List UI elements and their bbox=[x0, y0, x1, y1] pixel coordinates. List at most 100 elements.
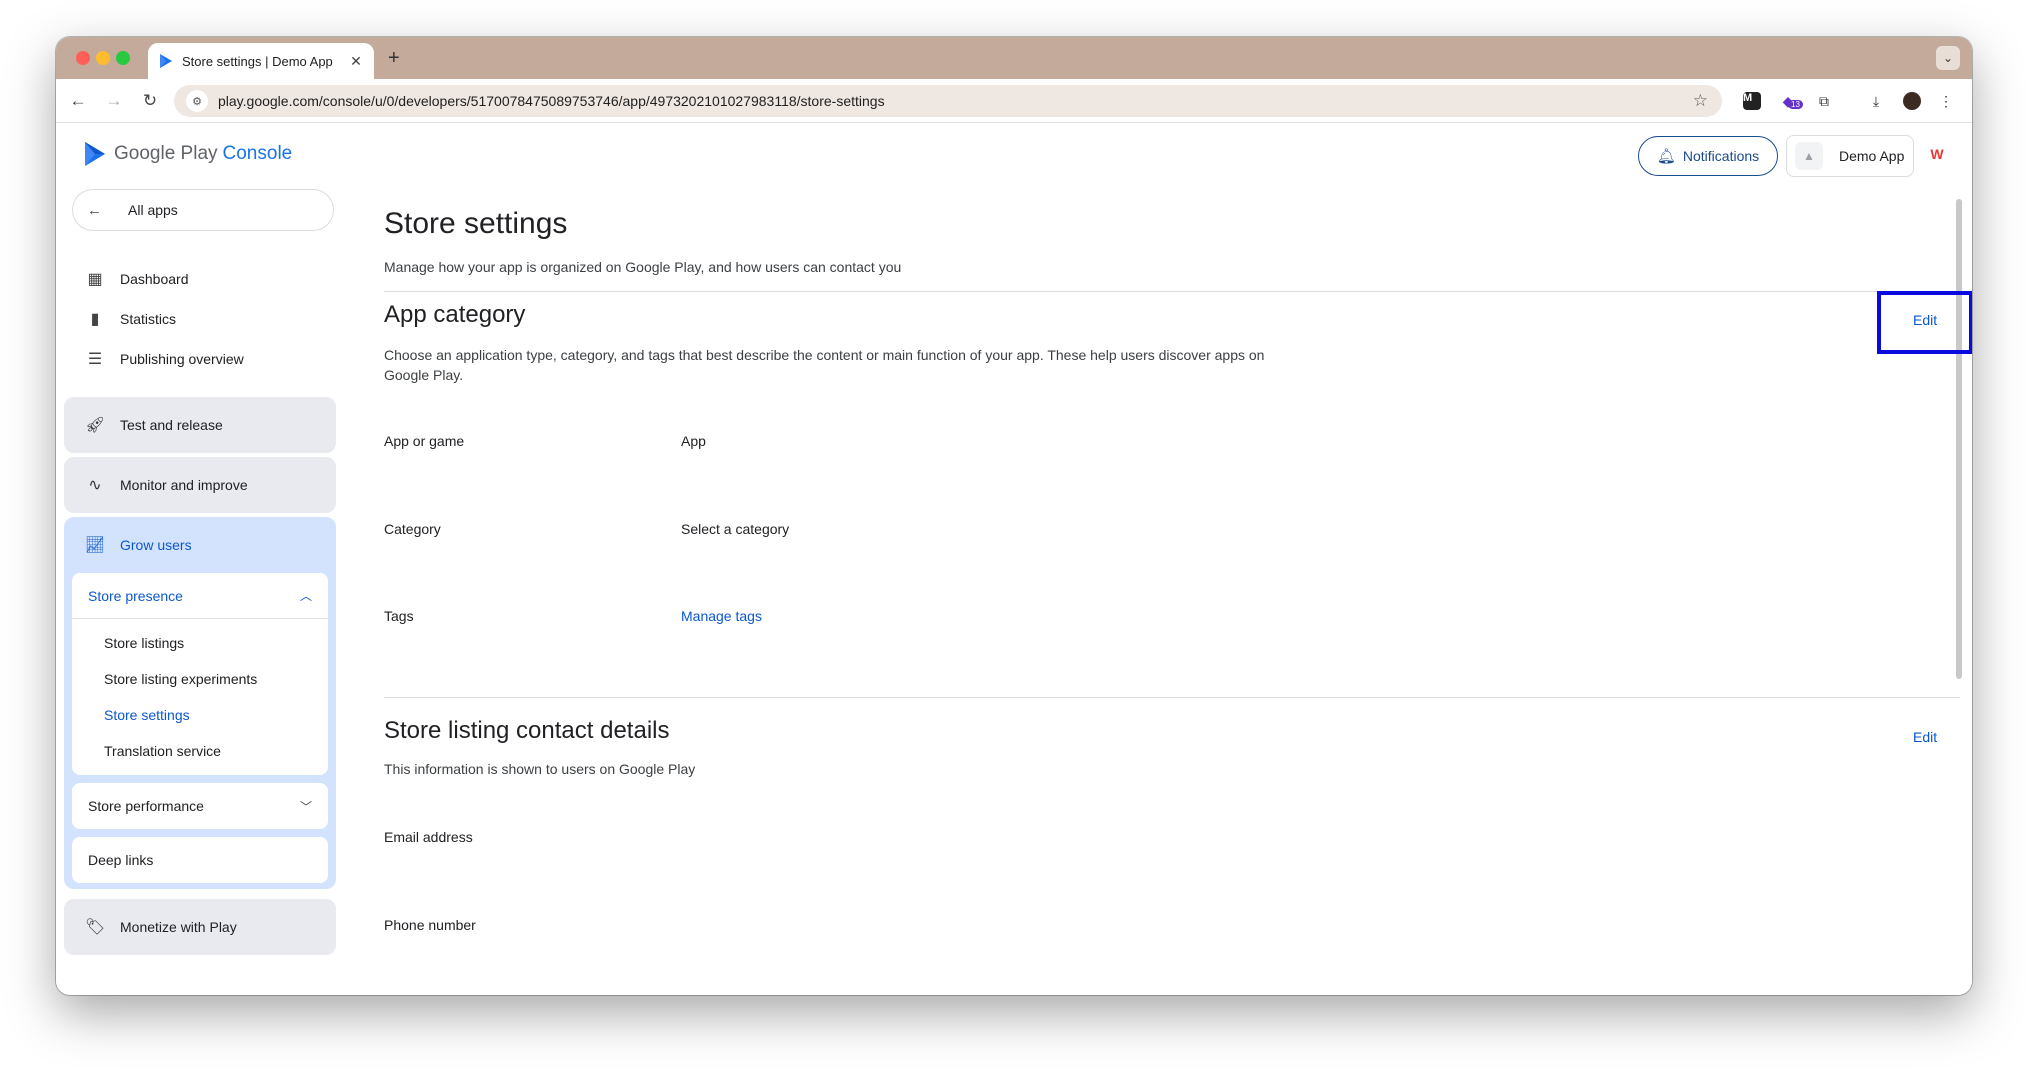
scrollbar[interactable] bbox=[1956, 199, 1962, 679]
medium-extension-icon[interactable]: M bbox=[1742, 91, 1762, 111]
android-app-icon: ▲ bbox=[1795, 142, 1823, 170]
group-label: Test and release bbox=[120, 417, 223, 433]
browser-toolbar: ← → ↻ ⚙ play.google.com/console/u/0/deve… bbox=[56, 79, 1972, 123]
store-performance-toggle[interactable]: Store performance ﹀ bbox=[72, 783, 328, 829]
sidebar-item-deep-links[interactable]: Deep links bbox=[72, 837, 328, 883]
arrow-back-icon: ← bbox=[87, 201, 102, 219]
manage-tags-link[interactable]: Manage tags bbox=[681, 608, 762, 624]
app-or-game-value: App bbox=[681, 433, 706, 449]
tags-label: Tags bbox=[384, 608, 414, 624]
page-title: Store settings bbox=[384, 207, 568, 240]
chevron-down-icon: ﹀ bbox=[299, 799, 312, 814]
forward-icon[interactable]: → bbox=[102, 89, 126, 113]
tab-search-icon[interactable]: ⌄ bbox=[1936, 46, 1960, 70]
group-label: Monitor and improve bbox=[120, 477, 248, 493]
sidebar-item-statistics[interactable]: ▮ Statistics bbox=[84, 307, 176, 331]
dashboard-icon: ▦ bbox=[87, 271, 103, 288]
tag-icon: 🏷︎ bbox=[84, 919, 106, 936]
play-logo-icon bbox=[85, 142, 105, 166]
logo-console-text: Console bbox=[222, 143, 293, 164]
category-label: Category bbox=[384, 521, 441, 537]
sidebar-item-store-listing-experiments[interactable]: Store listing experiments bbox=[72, 661, 328, 697]
app-or-game-label: App or game bbox=[384, 433, 465, 449]
console-header: Google Play Console 🔔︎ Notifications ▲ D… bbox=[56, 123, 1972, 189]
app-name: Demo App bbox=[1839, 148, 1905, 164]
all-apps-button[interactable]: ← All apps bbox=[72, 189, 334, 231]
group-label: Grow users bbox=[120, 537, 192, 553]
close-window-button[interactable] bbox=[76, 51, 90, 65]
extension-badge-count: 13 bbox=[1788, 100, 1803, 109]
browser-tab[interactable]: Store settings | Demo App ✕ bbox=[148, 43, 374, 79]
divider bbox=[384, 697, 1960, 698]
minimize-window-button[interactable] bbox=[96, 51, 110, 65]
sidebar: ← All apps ▦ Dashboard ▮ Statistics ☰ Pu… bbox=[56, 189, 352, 995]
contact-details-title: Store listing contact details bbox=[384, 717, 670, 744]
sidebar-item-label: Statistics bbox=[120, 311, 177, 327]
group-label: Monetize with Play bbox=[120, 919, 237, 935]
profile-avatar-icon[interactable] bbox=[1902, 91, 1922, 111]
publishing-overview-icon: ☰ bbox=[87, 351, 103, 368]
download-icon[interactable]: ⤓ bbox=[1866, 91, 1886, 111]
app-category-title: App category bbox=[384, 301, 526, 328]
sidebar-group-monetize[interactable]: 🏷︎ Monetize with Play bbox=[64, 899, 336, 955]
sidebar-group-grow-users: 📈︎ Grow users Store presence ︿ Store lis… bbox=[64, 517, 336, 889]
app-category-description: Choose an application type, category, an… bbox=[384, 347, 1265, 383]
phone-number-label: Phone number bbox=[384, 917, 476, 933]
extensions-puzzle-icon[interactable]: ⧉ bbox=[1814, 91, 1834, 111]
page-subtitle: Manage how your app is organized on Goog… bbox=[384, 259, 902, 275]
grow-users-icon: 📈︎ bbox=[84, 537, 106, 554]
maximize-window-button[interactable] bbox=[116, 51, 130, 65]
sidebar-item-store-listings[interactable]: Store listings bbox=[72, 625, 328, 661]
sidebar-item-label: Dashboard bbox=[120, 271, 189, 287]
notifications-label: Notifications bbox=[1682, 148, 1760, 164]
rocket-icon: 🚀︎ bbox=[84, 417, 106, 434]
sidebar-item-dashboard[interactable]: ▦ Dashboard bbox=[84, 267, 189, 291]
bar-chart-icon: ▮ bbox=[90, 311, 100, 328]
developer-account-logo[interactable]: W bbox=[1926, 143, 1948, 165]
google-play-console-logo[interactable]: Google Play Console bbox=[84, 141, 292, 167]
logo-text: Google Play bbox=[114, 143, 218, 164]
bell-icon: 🔔︎ bbox=[1656, 148, 1676, 165]
chevron-up-icon: ︿ bbox=[299, 589, 312, 603]
browser-menu-icon[interactable]: ⋮ bbox=[1936, 91, 1956, 111]
play-console-favicon-icon bbox=[160, 54, 172, 68]
all-apps-label: All apps bbox=[128, 202, 178, 218]
extension-badge-icon[interactable]: ◆ 13 bbox=[1778, 91, 1803, 111]
sidebar-item-translation-service[interactable]: Translation service bbox=[72, 733, 328, 769]
contact-details-description: This information is shown to users on Go… bbox=[384, 761, 696, 777]
sidebar-group-monitor-and-improve[interactable]: ∿ Monitor and improve bbox=[64, 457, 336, 513]
tab-strip: Store settings | Demo App ✕ + ⌄ bbox=[56, 37, 1972, 79]
play-console-page: Google Play Console 🔔︎ Notifications ▲ D… bbox=[56, 123, 1972, 995]
new-tab-button[interactable]: + bbox=[388, 47, 400, 70]
back-icon[interactable]: ← bbox=[66, 89, 90, 113]
store-presence-label: Store presence bbox=[88, 587, 183, 604]
store-presence-section: Store presence ︿ Store listings Store li… bbox=[72, 573, 328, 775]
url-text: play.google.com/console/u/0/developers/5… bbox=[218, 93, 885, 109]
app-category-edit-button[interactable]: Edit bbox=[1913, 312, 1937, 328]
main-content: Store settings Manage how your app is or… bbox=[352, 189, 1972, 995]
sidebar-item-store-settings[interactable]: Store settings bbox=[72, 697, 328, 733]
close-tab-icon[interactable]: ✕ bbox=[348, 53, 364, 70]
sidebar-item-label: Publishing overview bbox=[120, 351, 244, 367]
app-selector[interactable]: ▲ Demo App bbox=[1786, 135, 1914, 177]
deep-links-section: Deep links bbox=[72, 837, 328, 883]
vitals-icon: ∿ bbox=[88, 477, 102, 494]
store-presence-toggle[interactable]: Store presence ︿ bbox=[72, 573, 328, 619]
store-performance-label: Store performance bbox=[88, 798, 204, 814]
email-address-label: Email address bbox=[384, 829, 473, 845]
grow-users-header[interactable]: 📈︎ Grow users bbox=[64, 517, 336, 573]
notifications-button[interactable]: 🔔︎ Notifications bbox=[1638, 136, 1778, 176]
address-bar[interactable]: ⚙ play.google.com/console/u/0/developers… bbox=[174, 85, 1722, 117]
bookmark-star-icon[interactable]: ☆ bbox=[1693, 91, 1708, 111]
divider bbox=[384, 291, 1960, 292]
browser-window: Store settings | Demo App ✕ + ⌄ ← → ↻ ⚙ … bbox=[56, 37, 1972, 995]
tab-title: Store settings | Demo App bbox=[182, 53, 333, 69]
deep-links-label: Deep links bbox=[88, 852, 154, 868]
site-settings-icon[interactable]: ⚙ bbox=[186, 90, 208, 112]
category-value: Select a category bbox=[681, 521, 790, 537]
contact-details-edit-button[interactable]: Edit bbox=[1913, 729, 1937, 745]
reload-icon[interactable]: ↻ bbox=[138, 89, 162, 113]
sidebar-group-test-and-release[interactable]: 🚀︎ Test and release bbox=[64, 397, 336, 453]
sidebar-item-publishing-overview[interactable]: ☰ Publishing overview bbox=[84, 347, 244, 371]
store-performance-section: Store performance ﹀ bbox=[72, 783, 328, 829]
